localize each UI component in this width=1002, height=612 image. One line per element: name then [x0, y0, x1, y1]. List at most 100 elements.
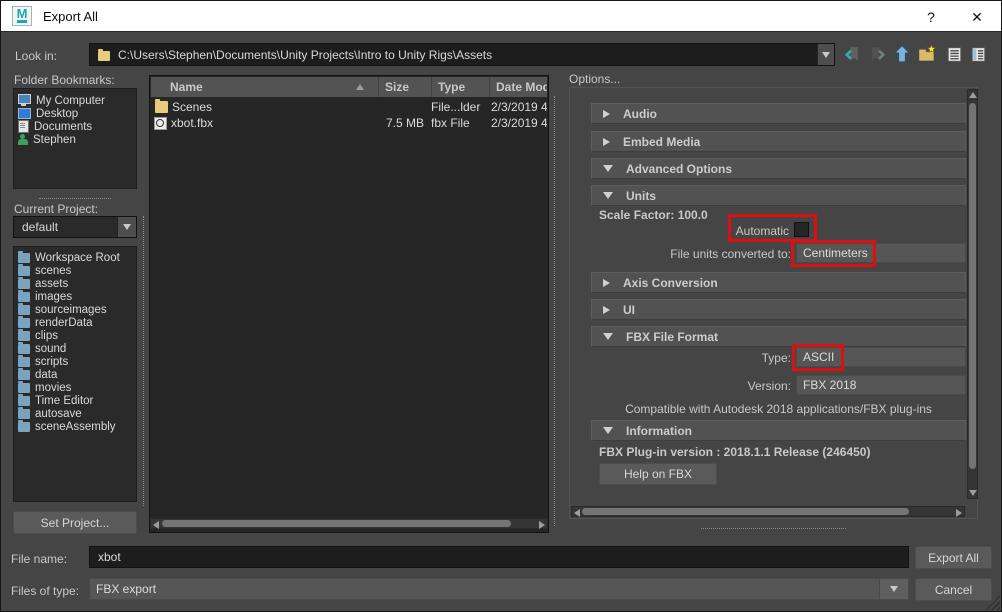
bottom-splitter[interactable] [701, 528, 846, 529]
bookmark-forward-icon[interactable] [868, 45, 887, 64]
documents-icon [18, 120, 29, 133]
project-folder-item[interactable]: Workspace Root [14, 250, 136, 264]
look-in-dropdown-arrow[interactable] [817, 44, 834, 65]
version-dropdown[interactable]: FBX 2018 [796, 375, 966, 395]
folder-icon [18, 354, 30, 367]
project-folder-item[interactable]: scripts [14, 354, 136, 368]
chevron-down-icon [117, 217, 136, 237]
options-vscrollbar[interactable] [967, 89, 978, 499]
folder-bookmarks-label: Folder Bookmarks: [14, 73, 115, 87]
up-one-level-icon[interactable] [892, 44, 912, 64]
cancel-button[interactable]: Cancel [915, 578, 992, 601]
project-folder-item[interactable]: Time Editor [14, 393, 136, 407]
file-row-scenes[interactable]: Scenes File...lder 2/3/2019 4:5 [151, 99, 547, 115]
file-list-header: Name Size Type Date Modi [151, 77, 547, 97]
bookmark-back-icon[interactable] [843, 45, 862, 64]
section-audio[interactable]: Audio [591, 103, 966, 124]
section-axis-conversion[interactable]: Axis Conversion [591, 272, 966, 293]
folder-icon [18, 393, 30, 406]
center-splitter[interactable] [554, 96, 555, 526]
file-row-xbot-fbx[interactable]: xbot.fbx 7.5 MB fbx File 2/3/2019 4:5 [151, 115, 547, 131]
project-folders-list: Workspace Root scenes assets images sour… [13, 246, 137, 502]
sort-ascending-icon [356, 84, 364, 90]
scroll-right-icon[interactable] [956, 508, 962, 517]
folder-icon [18, 341, 30, 354]
project-folder-item[interactable]: assets [14, 276, 136, 290]
section-advanced-options[interactable]: Advanced Options [591, 158, 966, 179]
export-all-button[interactable]: Export All [915, 546, 992, 569]
hscroll-thumb[interactable] [162, 520, 511, 527]
options-hscrollbar[interactable] [571, 506, 965, 517]
chevron-down-icon [603, 333, 613, 340]
bookmark-item-documents[interactable]: Documents [14, 120, 136, 133]
user-icon [18, 134, 28, 145]
help-button[interactable]: ? [921, 7, 941, 27]
options-label: Options... [569, 72, 621, 86]
list-view-icon[interactable] [945, 45, 964, 64]
scroll-left-icon[interactable] [574, 508, 580, 517]
maya-logo-icon: M [12, 6, 32, 26]
scroll-right-icon[interactable] [539, 520, 545, 529]
set-project-button[interactable]: Set Project... [13, 511, 137, 534]
files-of-type-dropdown[interactable]: FBX export [89, 578, 909, 600]
type-label: Type: [761, 351, 791, 365]
scroll-left-icon[interactable] [153, 520, 159, 529]
scroll-down-icon[interactable] [969, 490, 977, 496]
section-units[interactable]: Units [591, 185, 966, 206]
bookmark-item-stephen[interactable]: Stephen [14, 133, 136, 146]
column-header-size[interactable]: Size [378, 77, 431, 97]
vscroll-thumb[interactable] [969, 103, 976, 469]
hscroll-thumb[interactable] [582, 508, 909, 515]
project-folder-item[interactable]: sourceimages [14, 302, 136, 316]
column-header-name[interactable]: Name [151, 77, 378, 97]
project-folder-item[interactable]: clips [14, 328, 136, 342]
bookmark-item-my-computer[interactable]: My Computer [14, 94, 136, 107]
folder-icon [18, 406, 30, 419]
files-of-type-label: Files of type: [11, 584, 80, 598]
folder-icon [155, 99, 168, 113]
folder-icon [18, 380, 30, 393]
project-folder-item[interactable]: renderData [14, 315, 136, 329]
close-button[interactable]: ✕ [967, 7, 987, 27]
project-folder-item[interactable]: images [14, 289, 136, 303]
section-embed-media[interactable]: Embed Media [591, 131, 966, 152]
folder-bookmarks-list: My Computer Desktop Documents Stephen [13, 88, 137, 189]
automatic-highlight-box [728, 214, 817, 242]
details-view-icon[interactable] [969, 45, 988, 64]
file-name-input[interactable] [89, 546, 909, 568]
scroll-up-icon[interactable] [969, 92, 977, 98]
project-folder-item[interactable]: autosave [14, 406, 136, 420]
title-bar: M Export All ? ✕ [1, 1, 1001, 32]
look-in-combobox[interactable]: C:\Users\Stephen\Documents\Unity Project… [89, 43, 835, 66]
project-folder-item[interactable]: data [14, 367, 136, 381]
sidebar-splitter[interactable] [39, 198, 111, 199]
file-name-label: File name: [11, 552, 68, 566]
project-folder-item[interactable]: movies [14, 380, 136, 394]
new-folder-icon[interactable] [917, 44, 937, 64]
folder-icon [18, 250, 30, 263]
folder-icon [18, 328, 30, 341]
folder-icon [18, 367, 30, 380]
column-header-type[interactable]: Type [431, 77, 489, 97]
help-on-fbx-button[interactable]: Help on FBX [599, 463, 717, 485]
file-units-label: File units converted to: [670, 247, 791, 261]
folder-icon [18, 289, 30, 302]
section-information[interactable]: Information [591, 420, 966, 441]
column-header-date-modified[interactable]: Date Modi [489, 77, 547, 97]
chevron-down-icon [603, 192, 613, 199]
current-project-dropdown[interactable]: default [13, 216, 137, 238]
bookmark-item-desktop[interactable]: Desktop [14, 107, 136, 120]
computer-icon [18, 94, 31, 106]
ascii-highlight-box [792, 344, 844, 371]
file-list-hscrollbar[interactable] [150, 518, 548, 529]
left-splitter[interactable] [143, 216, 144, 506]
folder-icon [18, 263, 30, 276]
section-ui[interactable]: UI [591, 299, 966, 320]
project-folder-item[interactable]: sound [14, 341, 136, 355]
compatible-note: Compatible with Autodesk 2018 applicatio… [625, 402, 932, 416]
project-folder-item[interactable]: sceneAssembly [14, 419, 136, 433]
chevron-down-icon [603, 427, 613, 434]
section-fbx-file-format[interactable]: FBX File Format [591, 326, 966, 347]
desktop-icon [18, 108, 31, 119]
project-folder-item[interactable]: scenes [14, 263, 136, 277]
